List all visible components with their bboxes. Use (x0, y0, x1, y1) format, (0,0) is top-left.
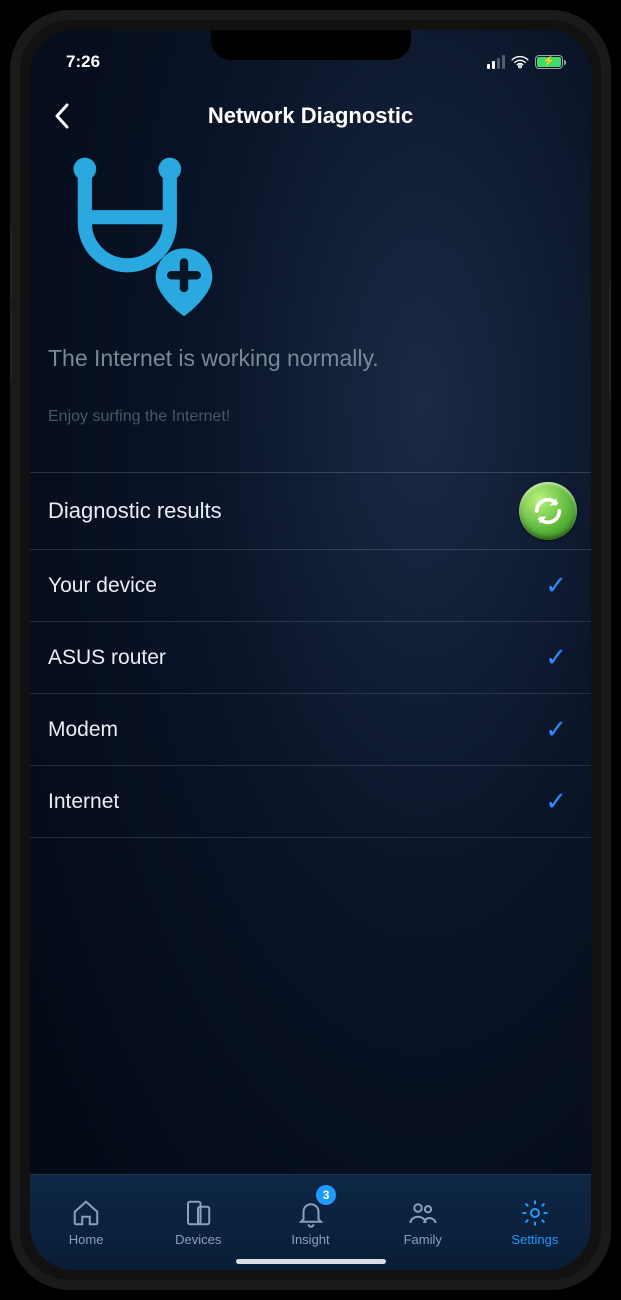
check-icon: ✓ (545, 714, 567, 745)
home-icon (71, 1198, 101, 1228)
result-label: Your device (48, 574, 157, 598)
tab-label: Settings (511, 1232, 558, 1247)
insight-badge: 3 (316, 1185, 336, 1205)
result-label: Internet (48, 790, 119, 814)
tab-label: Family (404, 1232, 442, 1247)
power-button (609, 280, 611, 400)
tab-home[interactable]: Home (30, 1175, 142, 1270)
refresh-button[interactable] (519, 482, 577, 540)
result-label: ASUS router (48, 646, 166, 670)
tab-label: Devices (175, 1232, 221, 1247)
refresh-icon (531, 494, 565, 528)
check-icon: ✓ (545, 642, 567, 673)
check-icon: ✓ (545, 570, 567, 601)
hero-section: The Internet is working normally. Enjoy … (30, 142, 591, 426)
gear-icon (520, 1198, 550, 1228)
tab-label: Home (69, 1232, 104, 1247)
stethoscope-icon (48, 152, 218, 322)
wifi-icon (511, 55, 529, 69)
volume-up-button (10, 230, 12, 300)
tab-family[interactable]: Family (367, 1175, 479, 1270)
tab-label: Insight (291, 1232, 329, 1247)
devices-icon (183, 1198, 213, 1228)
check-icon: ✓ (545, 786, 567, 817)
notch (211, 30, 411, 60)
nav-header: Network Diagnostic (30, 80, 591, 142)
tab-bar: Home Devices 3 Insight Family Settings (30, 1174, 591, 1270)
results-header: Diagnostic results (30, 472, 591, 550)
clock: 7:26 (66, 52, 100, 72)
family-icon (408, 1198, 438, 1228)
status-right: ⚡ (487, 55, 563, 69)
tab-insight[interactable]: 3 Insight (254, 1175, 366, 1270)
volume-down-button (10, 310, 12, 380)
result-row-internet: Internet ✓ (30, 766, 591, 838)
battery-icon: ⚡ (535, 55, 563, 69)
result-row-your-device: Your device ✓ (30, 550, 591, 622)
tab-devices[interactable]: Devices (142, 1175, 254, 1270)
phone-frame: 7:26 ⚡ Network Diagnostic (10, 10, 611, 1290)
screen: 7:26 ⚡ Network Diagnostic (30, 30, 591, 1270)
result-row-modem: Modem ✓ (30, 694, 591, 766)
result-label: Modem (48, 718, 118, 742)
status-subtitle: Enjoy surfing the Internet! (48, 408, 573, 426)
page-title: Network Diagnostic (44, 103, 577, 129)
tab-settings[interactable]: Settings (479, 1175, 591, 1270)
cellular-signal-icon (487, 55, 505, 69)
home-indicator[interactable] (236, 1259, 386, 1264)
results-heading: Diagnostic results (48, 498, 222, 524)
status-message: The Internet is working normally. (48, 345, 573, 372)
result-row-asus-router: ASUS router ✓ (30, 622, 591, 694)
